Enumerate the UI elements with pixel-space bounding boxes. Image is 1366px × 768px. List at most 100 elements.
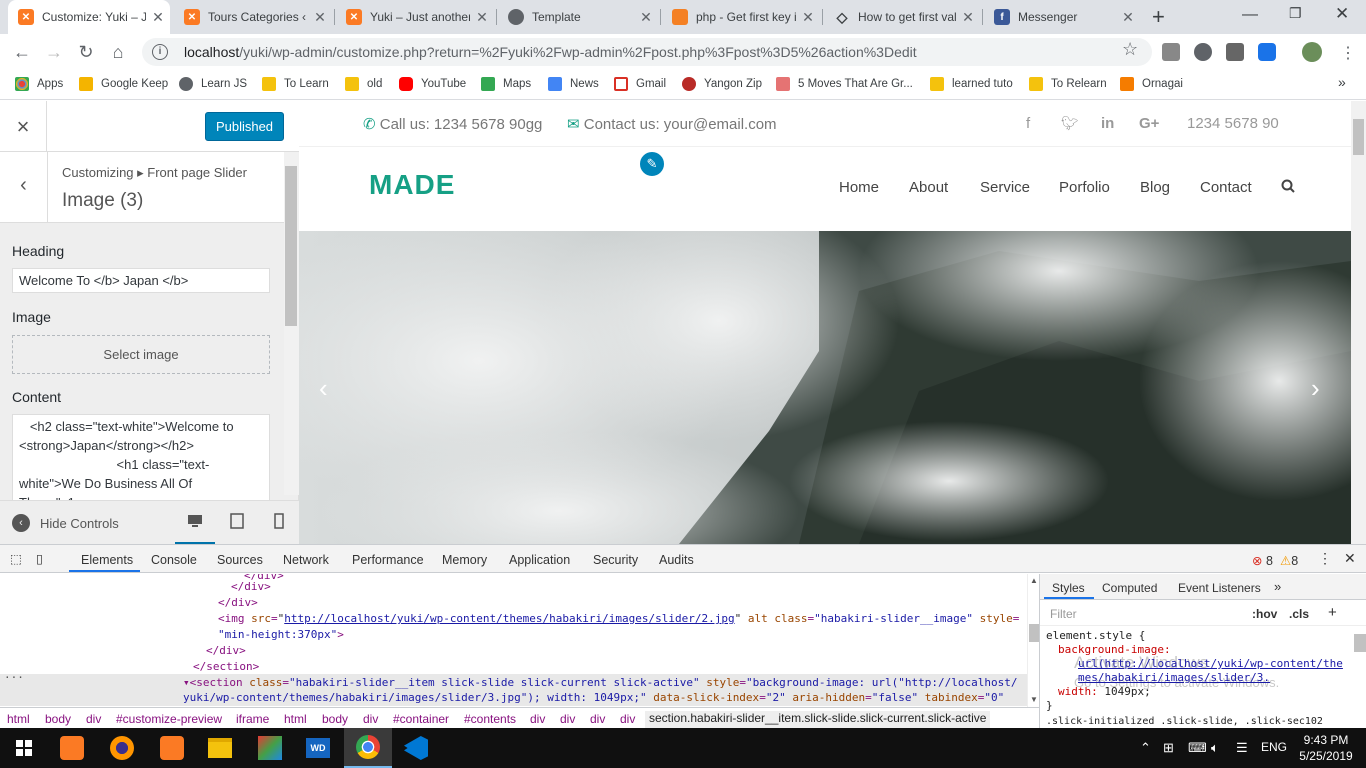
nav-service[interactable]: Service (980, 179, 1030, 196)
close-icon[interactable]: ✕ (146, 9, 170, 26)
crumb-container[interactable]: #container (393, 712, 449, 726)
ellipsis-icon[interactable]: ··· (4, 670, 24, 686)
file-explorer-icon[interactable] (196, 728, 244, 768)
reload-icon[interactable]: ↻ (74, 40, 98, 64)
language-indicator[interactable]: ENG (1261, 740, 1287, 754)
bookmark-ornagai[interactable]: Ornagai (1120, 77, 1183, 91)
firefox-icon[interactable] (98, 728, 146, 768)
crumb-contents[interactable]: #contents (464, 712, 516, 726)
back-icon[interactable]: ← (10, 40, 34, 64)
address-bar[interactable]: i localhost/yuki/wp-admin/customize.php?… (142, 38, 1152, 66)
bookmark-learn-js[interactable]: Learn JS (179, 77, 247, 91)
bookmark-google-keep[interactable]: Google Keep (79, 77, 168, 91)
bookmarks-more-button[interactable]: » (1338, 74, 1346, 90)
inspect-icon[interactable]: ⬚ (10, 551, 22, 566)
z-extension-icon[interactable] (1226, 43, 1244, 61)
bookmark-news[interactable]: News (548, 77, 599, 91)
scroll-thumb[interactable] (1353, 119, 1364, 155)
nav-contact[interactable]: Contact (1200, 179, 1252, 196)
bookmark-apps[interactable]: Apps (15, 77, 63, 91)
keyboard-icon[interactable]: ⌨ (1188, 740, 1207, 756)
nav-blog[interactable]: Blog (1140, 179, 1170, 196)
dom-scrollbar[interactable]: ▲ ▼ (1027, 574, 1039, 707)
crumb-div[interactable]: div (620, 712, 635, 726)
close-icon[interactable]: ✕ (1116, 9, 1140, 26)
dom-line-img[interactable]: <img src="http://localhost/yuki/wp-conte… (218, 611, 1019, 627)
close-icon[interactable]: ✕ (634, 9, 658, 26)
google-plus-icon[interactable]: G+ (1139, 115, 1159, 132)
dom-line[interactable]: </div> (206, 643, 246, 659)
bookmark-gmail[interactable]: Gmail (614, 77, 666, 91)
crumb-div[interactable]: div (590, 712, 605, 726)
rule-selector[interactable]: element.style { (1046, 629, 1346, 643)
tab-sources[interactable]: Sources (217, 553, 263, 567)
linkedin-icon[interactable]: in (1101, 115, 1114, 132)
dom-line[interactable]: </section> (193, 659, 259, 675)
heading-input[interactable]: Welcome To </b> Japan </b> (12, 268, 270, 293)
nav-porfolio[interactable]: Porfolio (1059, 179, 1110, 196)
filter-input[interactable]: Filter (1050, 607, 1077, 621)
camera-icon[interactable] (1162, 43, 1180, 61)
devtools-menu-icon[interactable]: ⋮ (1318, 550, 1332, 567)
publish-button[interactable]: Published (205, 112, 284, 141)
action-center-icon[interactable]: ☰ (1236, 740, 1248, 756)
close-icon[interactable]: ✕ (956, 9, 980, 26)
bookmark-learned-tuto[interactable]: learned tuto (930, 77, 1013, 91)
more-tabs-icon[interactable]: » (1274, 579, 1281, 594)
tab-php-first-key[interactable]: php - Get first key ir ✕ (662, 0, 820, 34)
close-customizer-button[interactable]: × (0, 101, 47, 152)
dom-line-section[interactable]: ▾<section class="habakiri-slider__item s… (183, 675, 1018, 691)
dom-tree[interactable]: </div> </div> </div> <img src="http://lo… (0, 574, 1027, 707)
bookmark-maps[interactable]: Maps (481, 77, 531, 91)
tab-template[interactable]: Template ✕ (498, 0, 658, 34)
bookmark-to-relearn[interactable]: To Relearn (1029, 77, 1107, 91)
restore-button[interactable]: ❐ (1289, 5, 1302, 22)
style-rules[interactable]: element.style { background-image: url(ht… (1046, 629, 1346, 729)
nav-about[interactable]: About (909, 179, 948, 196)
hide-controls-button[interactable]: ‹ Hide Controls (12, 514, 119, 532)
bookmark-to-learn[interactable]: To Learn (262, 77, 329, 91)
dom-line[interactable]: </div> (218, 595, 258, 611)
slider-prev-icon[interactable]: ‹ (319, 373, 328, 404)
tab-first-value[interactable]: ◇ How to get first valu ✕ (824, 0, 980, 34)
home-icon[interactable]: ⌂ (106, 40, 130, 64)
crumb-body[interactable]: body (45, 712, 71, 726)
tab-memory[interactable]: Memory (442, 553, 487, 567)
crumb-div[interactable]: div (530, 712, 545, 726)
xampp-icon[interactable] (148, 728, 196, 768)
tray-expand-icon[interactable]: ⌃ (1140, 740, 1151, 756)
chrome-icon[interactable] (344, 728, 392, 768)
styles-scroll-thumb[interactable] (1354, 634, 1366, 652)
desktop-preview-icon[interactable] (187, 513, 203, 529)
search-icon[interactable] (1281, 179, 1295, 197)
device-toggle-icon[interactable]: ▯ (36, 551, 43, 566)
dom-line[interactable]: yuki/wp-content/themes/habakiri/images/s… (183, 690, 1004, 706)
tab-customize[interactable]: ✕ Customize: Yuki – Ju ✕ (8, 0, 170, 34)
crumb-div[interactable]: div (363, 712, 378, 726)
vscode-icon[interactable] (392, 728, 440, 768)
background-image-url[interactable]: url(http://localhost/yuki/wp-content/the… (1078, 657, 1343, 684)
tab-tours-categories[interactable]: ✕ Tours Categories ‹ Y ✕ (174, 0, 332, 34)
tablet-preview-icon[interactable] (229, 513, 245, 529)
clock[interactable]: 9:43 PM 5/25/2019 (1296, 732, 1356, 764)
dom-line[interactable]: </div> (231, 579, 271, 595)
content-textarea[interactable]: <h2 class="text-white">Welcome to <stron… (12, 414, 270, 502)
volume-icon[interactable]: 🔈︎ (1211, 740, 1219, 756)
xampp-icon[interactable] (48, 728, 96, 768)
devtools-close-icon[interactable]: ✕ (1344, 550, 1356, 567)
close-icon[interactable]: ✕ (796, 9, 820, 26)
preview-scrollbar[interactable] (1351, 101, 1366, 544)
new-tab-button[interactable]: + (1152, 4, 1165, 30)
tab-console[interactable]: Console (151, 553, 197, 567)
cls-toggle[interactable]: .cls (1289, 607, 1309, 621)
add-rule-icon[interactable]: + (1328, 604, 1337, 621)
crumb-iframe[interactable]: iframe (236, 712, 269, 726)
bookmark-old[interactable]: old (345, 77, 382, 91)
wordpress-icon[interactable] (1194, 43, 1212, 61)
paint-icon[interactable] (246, 728, 294, 768)
tab-computed[interactable]: Computed (1102, 581, 1157, 595)
next-rule[interactable]: .slick-initialized .slick-slide, .slick-… (1046, 715, 1346, 729)
site-logo[interactable]: MADE (369, 169, 455, 201)
warning-count[interactable]: ⚠8 (1280, 553, 1298, 568)
webdev-icon[interactable]: WD (294, 728, 342, 768)
